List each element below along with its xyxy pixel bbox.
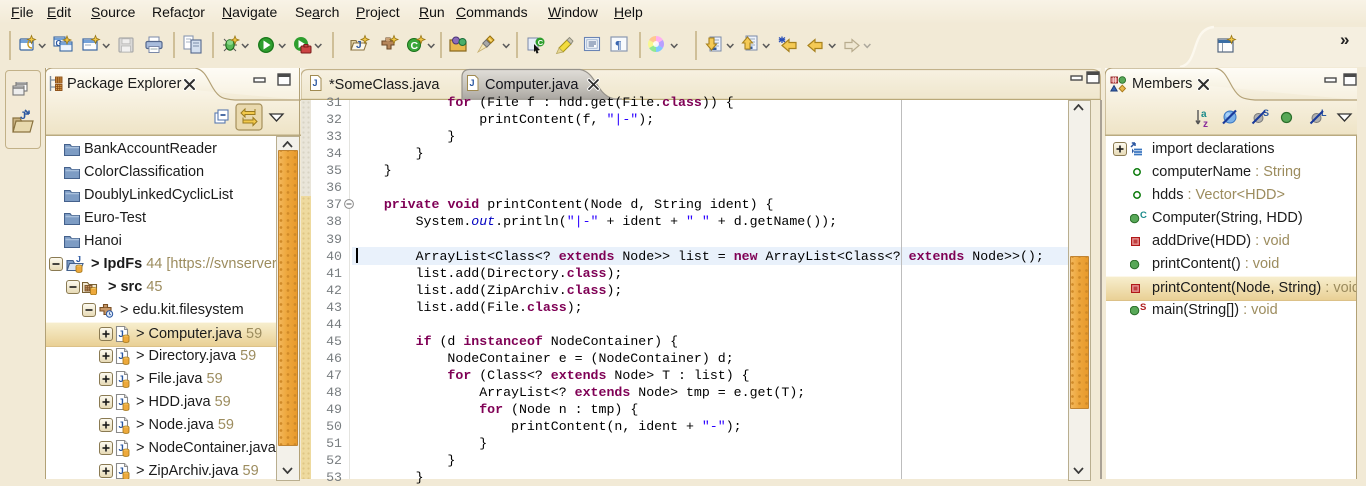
svg-text:J: J xyxy=(470,78,475,88)
svg-text:Members: Members xyxy=(1132,76,1192,92)
svg-text:Computer.java: Computer.java xyxy=(485,77,579,93)
svg-text:z: z xyxy=(1203,119,1208,130)
svg-text:J: J xyxy=(20,110,26,122)
svg-text:*SomeClass.java: *SomeClass.java xyxy=(329,77,440,93)
svg-text:Package Explorer: Package Explorer xyxy=(67,76,182,92)
svg-text:J: J xyxy=(356,40,362,51)
svg-text:J: J xyxy=(313,78,318,88)
svg-text:C: C xyxy=(538,38,544,47)
svg-text:C: C xyxy=(411,40,419,52)
svg-text:¶: ¶ xyxy=(615,38,621,52)
